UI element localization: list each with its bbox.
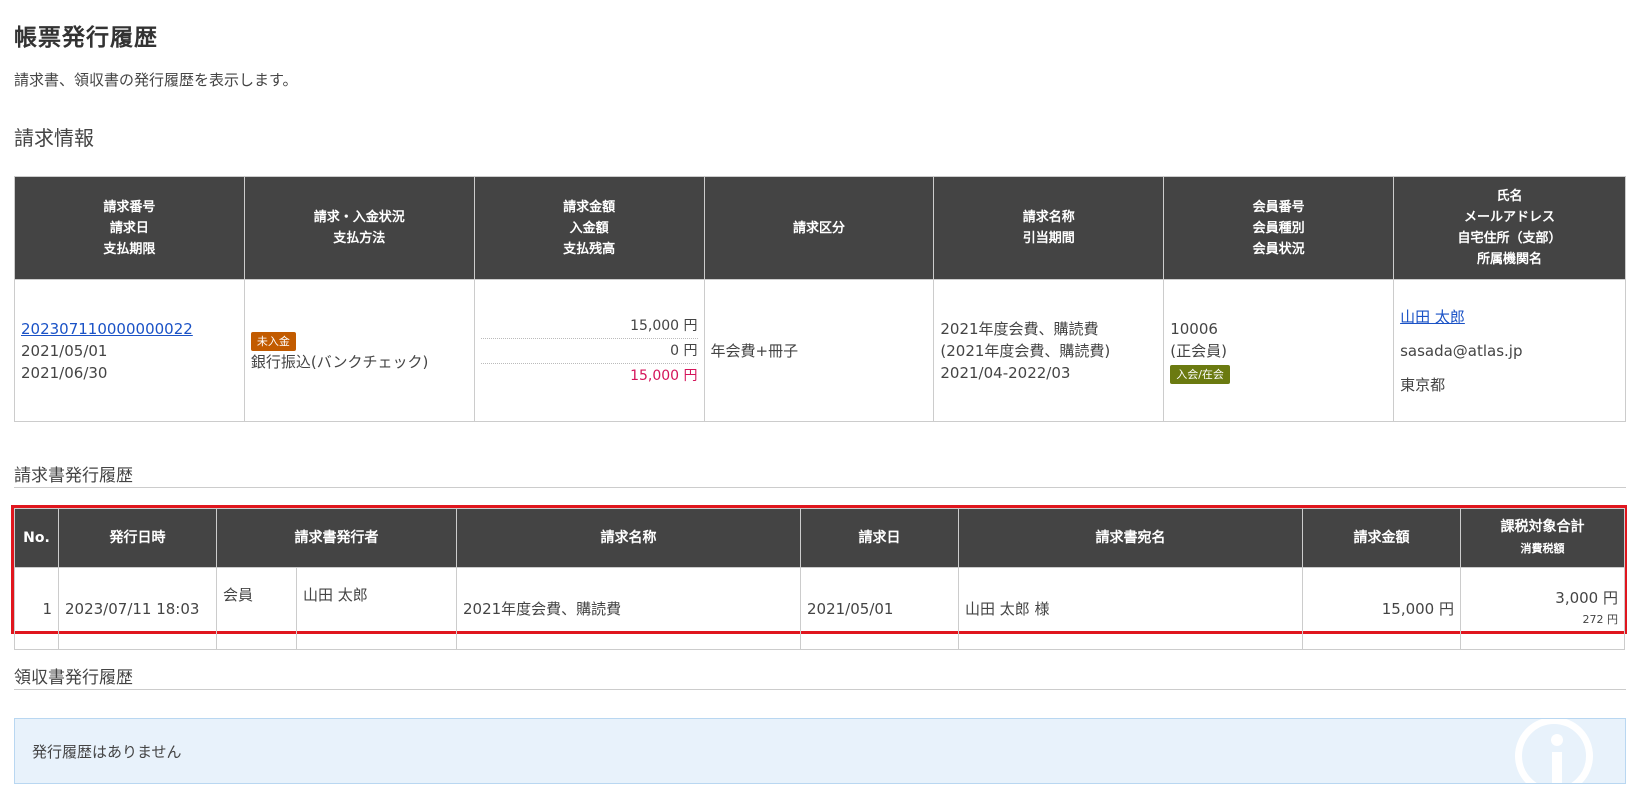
receipt-history-empty-message: 発行履歴はありません [32, 743, 182, 761]
row-amount: 15,000 円 [1302, 567, 1461, 650]
header-billing-name: 請求名称 [456, 508, 801, 568]
paid-amount: 0 円 [480, 339, 698, 364]
invoice-number-link[interactable]: 202307110000000022 [21, 320, 193, 338]
billed-amount: 15,000 円 [480, 314, 698, 339]
invoice-info-cell: 202307110000000022 2021/05/01 2021/06/30 [14, 279, 245, 422]
balance-amount: 15,000 円 [630, 367, 698, 384]
billing-name-paren: (2021年度会費、購読費) [940, 341, 1111, 360]
header-addressee: 請求書宛名 [958, 508, 1303, 568]
member-info-cell: 10006 (正会員) 入会/在会 [1163, 279, 1395, 422]
header-amount: 請求金額 [1302, 508, 1461, 568]
row-no: 1 [14, 567, 59, 650]
row-issued-at: 2023/07/11 18:03 [58, 567, 217, 650]
row-taxable-total: 3,000 円 [1555, 588, 1618, 607]
category-cell: 年会費+冊子 [703, 279, 935, 422]
page-title: 帳票発行履歴 [14, 25, 158, 51]
billing-period: 2021/04-2022/03 [940, 363, 1071, 382]
header-member-info: 会員番号 会員種別 会員状況 [1163, 176, 1395, 280]
payment-status-cell: 未入金 銀行振込(バンクチェック) [243, 279, 475, 422]
billing-info-table: 請求番号 請求日 支払期限 請求・入金状況 支払方法 請求金額 入金額 支払残高… [14, 176, 1626, 422]
receipt-history-title: 領収書発行履歴 [14, 663, 1626, 690]
table-row: 1 2023/07/11 18:03 会員 山田 太郎 2021年度会費、購読費… [14, 567, 1625, 650]
member-email: sasada@atlas.jp [1400, 341, 1523, 360]
billing-name: 2021年度会費、購読費 [940, 319, 1099, 338]
receipt-history-notice: 発行履歴はありません [14, 718, 1626, 784]
row-billing-name: 2021年度会費、購読費 [456, 567, 801, 650]
member-number: 10006 [1170, 319, 1218, 338]
payment-method: 銀行振込(バンクチェック) [250, 352, 429, 371]
due-date: 2021/06/30 [21, 363, 108, 382]
row-taxable-total-cell: 3,000 円 272 円 [1460, 567, 1625, 650]
member-type: (正会員) [1170, 341, 1227, 360]
header-no: No. [14, 508, 59, 568]
row-issuer-type: 会員 [216, 567, 297, 650]
row-addressee: 山田 太郎 様 [958, 567, 1303, 650]
history-header-row: No. 発行日時 請求書発行者 請求名称 請求日 請求書宛名 請求金額 課税対象… [14, 508, 1625, 568]
unpaid-status-badge: 未入金 [250, 331, 296, 351]
header-amounts: 請求金額 入金額 支払残高 [473, 176, 705, 280]
member-address: 東京都 [1400, 375, 1446, 394]
amounts-cell: 15,000 円 0 円 15,000 円 [473, 279, 705, 422]
header-payment-status: 請求・入金状況 支払方法 [243, 176, 475, 280]
header-billing-name: 請求名称 引当期間 [933, 176, 1165, 280]
header-issuer: 請求書発行者 [216, 508, 457, 568]
member-status-badge: 入会/在会 [1170, 364, 1230, 384]
row-invoice-date: 2021/05/01 [800, 567, 959, 650]
invoice-history-title: 請求書発行履歴 [14, 461, 1626, 488]
invoice-date: 2021/05/01 [21, 341, 108, 360]
header-category: 請求区分 [703, 176, 935, 280]
header-taxable-total: 課税対象合計 消費税額 [1460, 508, 1625, 568]
page: 帳票発行履歴 請求書、領収書の発行履歴を表示します。 請求情報 請求番号 請求日… [0, 0, 1638, 803]
billing-name-cell: 2021年度会費、購読費 (2021年度会費、購読費) 2021/04-2022… [933, 279, 1165, 422]
page-description: 請求書、領収書の発行履歴を表示します。 [14, 71, 298, 89]
header-issued-at: 発行日時 [58, 508, 217, 568]
row-issuer-name: 山田 太郎 [296, 567, 457, 650]
contact-info-cell: 山田 太郎 sasada@atlas.jp 東京都 [1393, 279, 1626, 422]
info-icon [1515, 719, 1593, 783]
invoice-history-table: No. 発行日時 請求書発行者 請求名称 請求日 請求書宛名 請求金額 課税対象… [14, 508, 1625, 650]
header-contact-info: 氏名 メールアドレス 自宅住所（支部） 所属機関名 [1393, 176, 1626, 280]
billing-row: 202307110000000022 2021/05/01 2021/06/30… [14, 279, 1626, 422]
member-name-link[interactable]: 山田 太郎 [1400, 308, 1465, 326]
header-invoice-date: 請求日 [800, 508, 959, 568]
billing-header-row: 請求番号 請求日 支払期限 請求・入金状況 支払方法 請求金額 入金額 支払残高… [14, 176, 1626, 280]
billing-section-title: 請求情報 [14, 126, 94, 150]
row-tax: 272 円 [1582, 612, 1619, 626]
header-invoice-info: 請求番号 請求日 支払期限 [14, 176, 245, 280]
